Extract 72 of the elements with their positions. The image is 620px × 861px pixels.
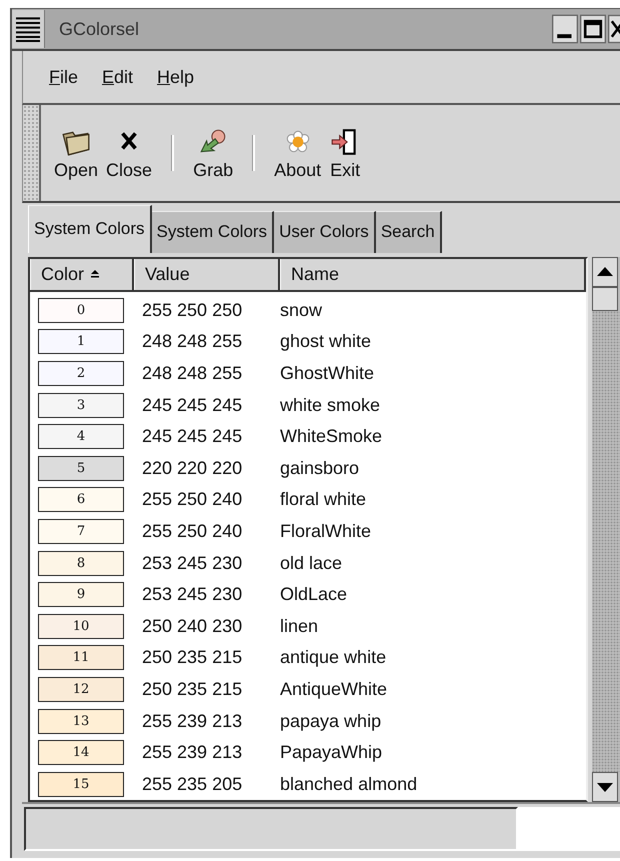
table-cell-text: old lace	[280, 552, 344, 574]
close-file-button[interactable]: Close	[103, 124, 156, 182]
maximize-icon[interactable]	[580, 14, 606, 44]
minimize-icon[interactable]	[552, 14, 578, 44]
table-cell-text: white smoke	[280, 394, 382, 416]
color-swatch: 2	[38, 360, 124, 386]
color-swatch: 13	[38, 708, 124, 734]
table-cell-text: 255 235 205	[141, 774, 244, 795]
table-cell-text: 255 239 213	[141, 742, 244, 764]
window-menu-icon[interactable]	[12, 10, 45, 48]
scroll-up-icon[interactable]	[592, 257, 618, 287]
table-cell-text: 253 245 230	[141, 552, 244, 574]
window-title: GColorsel	[58, 18, 140, 40]
scroll-thumb[interactable]	[592, 287, 618, 311]
color-swatch: 4	[38, 424, 124, 450]
color-swatch: 14	[38, 740, 124, 766]
color-swatch: 11	[38, 645, 124, 670]
toolbar-button[interactable]: Open	[51, 124, 102, 182]
tab[interactable]: Search	[376, 211, 442, 253]
tab[interactable]: System Colors	[152, 211, 274, 253]
color-swatch: 12	[38, 676, 124, 702]
table-cell-text: 250 240 230	[141, 616, 244, 637]
color-swatch: 7	[38, 518, 124, 544]
table-cell-text: 253 245 230	[141, 584, 244, 606]
toolbar-button[interactable]: Grab	[190, 124, 236, 182]
table-cell-text: 250 235 215	[141, 647, 244, 668]
color-swatch: 6	[38, 487, 124, 512]
color-swatch: 9	[38, 582, 124, 608]
table-cell-text: AntiqueWhite	[280, 678, 388, 700]
vertical-scrollbar[interactable]	[592, 257, 620, 802]
table-cell-text: 248 248 255	[141, 362, 244, 384]
scroll-down-icon[interactable]	[592, 772, 618, 802]
table-cell-text: papaya whip	[280, 710, 382, 732]
table-cell-text: 255 250 250	[141, 300, 244, 321]
table-cell-text: PapayaWhip	[280, 742, 384, 764]
table-cell-text: WhiteSmoke	[280, 426, 384, 448]
table-cell-text: antique white	[280, 647, 388, 668]
color-swatch: 5	[38, 456, 124, 481]
table-cell-text: 255 250 240	[141, 520, 244, 542]
table-cell-text: ghost white	[280, 331, 372, 352]
color-swatch: 1	[38, 329, 124, 354]
column-header[interactable]: Color	[30, 259, 134, 290]
table-cell-text: OldLace	[280, 584, 348, 606]
table-cell-text: blanched almond	[280, 774, 418, 795]
tab[interactable]: User Colors	[274, 211, 376, 253]
table-cell-text: GhostWhite	[280, 362, 376, 384]
table-cell-text: 250 235 215	[141, 678, 244, 700]
table-cell-text: snow	[280, 300, 324, 321]
color-swatch: 15	[38, 772, 124, 797]
table-cell-text: linen	[280, 616, 320, 637]
color-swatch: 8	[38, 550, 124, 576]
column-header[interactable]: Value	[134, 259, 280, 290]
color-swatch: 0	[38, 298, 124, 323]
table-cell-text: 255 239 213	[141, 710, 244, 732]
table-cell-text: 248 248 255	[141, 331, 244, 352]
color-swatch: 3	[38, 392, 124, 418]
table-cell-text: 220 220 220	[141, 458, 244, 479]
menu-item[interactable]: File	[49, 66, 78, 88]
column-header[interactable]: Name	[280, 259, 586, 290]
menu-item[interactable]: Edit	[102, 66, 134, 88]
table-cell-text: 255 250 240	[141, 489, 244, 510]
table-cell-text: gainsboro	[280, 458, 360, 479]
toolbar-button[interactable]: Exit	[326, 124, 364, 182]
table-cell-text: FloralWhite	[280, 520, 372, 542]
tab[interactable]: System Colors	[28, 205, 152, 253]
menu-item[interactable]: Help	[157, 66, 194, 88]
toolbar-button[interactable]: About	[271, 124, 324, 182]
table-cell-text: 245 245 245	[141, 394, 244, 416]
table-cell-text: floral white	[280, 489, 368, 510]
table-cell-text: 245 245 245	[141, 426, 244, 448]
toolbar-grip[interactable]	[23, 105, 41, 201]
color-swatch: 10	[38, 614, 124, 639]
